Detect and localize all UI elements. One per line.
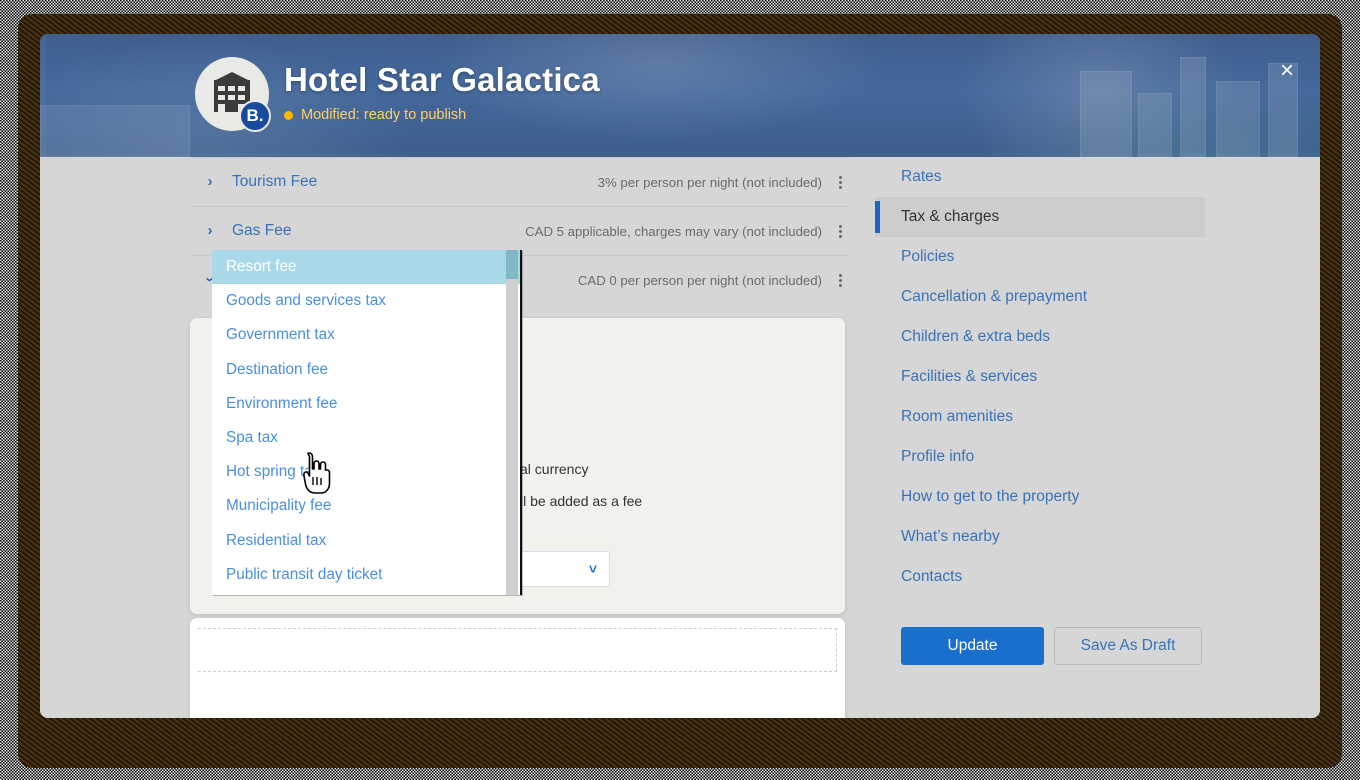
header-banner: B. Hotel Star Galactica Modified: ready … xyxy=(40,34,1320,157)
screen: B. Hotel Star Galactica Modified: ready … xyxy=(0,0,1360,780)
page-title: Hotel Star Galactica xyxy=(284,61,600,98)
sidebar-item-how-to-get[interactable]: How to get to the property xyxy=(875,477,1205,517)
sidebar-item-facilities[interactable]: Facilities & services xyxy=(875,357,1205,397)
sidebar-item-label: Policies xyxy=(901,248,955,265)
close-icon[interactable]: × xyxy=(1272,56,1302,86)
sidebar-item-room-amenities[interactable]: Room amenities xyxy=(875,397,1205,437)
chevron-down-icon: ˅ xyxy=(588,561,597,577)
sidebar-item-contacts[interactable]: Contacts xyxy=(875,557,1205,597)
status-badge: Modified: ready to publish xyxy=(284,107,466,123)
status-dot-icon xyxy=(284,110,293,120)
dropdown-scrollbar-thumb[interactable] xyxy=(506,250,518,279)
form-note-currency: al currency xyxy=(520,461,589,477)
fee-description: CAD 0 per person per night (not included… xyxy=(577,272,822,288)
table-row[interactable]: › Gas Fee CAD 5 applicable, charges may … xyxy=(190,206,850,255)
avatar: B. xyxy=(195,57,271,132)
save-as-draft-button[interactable]: Save As Draft xyxy=(1054,627,1202,665)
sidebar-item-label: Facilities & services xyxy=(901,368,1038,385)
action-buttons: Update Save As Draft xyxy=(875,627,1205,665)
property-modal: B. Hotel Star Galactica Modified: ready … xyxy=(40,34,1320,718)
sidebar-item-policies[interactable]: Policies xyxy=(875,237,1205,277)
dropdown-scrollbar-track[interactable] xyxy=(506,250,518,595)
sidebar-item-children[interactable]: Children & extra beds xyxy=(875,317,1205,357)
dropdown-option[interactable]: Hot spring tax xyxy=(212,455,520,489)
fee-description: 3% per person per night (not included) xyxy=(597,174,822,190)
fee-type-dropdown[interactable]: Resort fee Goods and services tax Govern… xyxy=(212,250,522,595)
sidebar-item-label: Profile info xyxy=(901,448,975,465)
row-menu-icon[interactable] xyxy=(834,174,846,191)
chevron-right-icon[interactable]: › xyxy=(202,173,218,190)
fee-name[interactable]: Tourism Fee xyxy=(232,173,317,191)
dropdown-option[interactable]: Public transit day ticket xyxy=(212,558,520,592)
chevron-right-icon[interactable]: › xyxy=(202,222,218,239)
dropdown-option[interactable]: Government tax xyxy=(212,318,520,352)
sidebar-item-profile-info[interactable]: Profile info xyxy=(875,437,1205,477)
fee-name[interactable]: Gas Fee xyxy=(232,222,291,240)
sidebar-item-rates[interactable]: Rates xyxy=(875,157,1205,197)
sidebar-item-label: Room amenities xyxy=(901,408,1013,425)
sidebar-item-label: What’s nearby xyxy=(901,528,1000,545)
row-menu-icon[interactable] xyxy=(834,223,846,240)
sidebar-item-label: Children & extra beds xyxy=(901,328,1051,345)
lower-panel xyxy=(190,618,845,718)
sidebar-item-tax-charges[interactable]: Tax & charges xyxy=(875,197,1205,237)
sidebar-item-label: How to get to the property xyxy=(901,488,1080,505)
form-note-fee: ll be added as a fee xyxy=(520,493,643,509)
dropdown-option[interactable]: Spa tax xyxy=(212,421,520,455)
status-text: Modified: ready to publish xyxy=(301,107,467,123)
fees-list: › Tourism Fee 3% per person per night (n… xyxy=(190,157,850,718)
dropdown-option[interactable]: Destination fee xyxy=(212,353,520,387)
update-button[interactable]: Update xyxy=(901,627,1044,665)
dashed-placeholder-row xyxy=(198,628,837,672)
row-menu-icon[interactable] xyxy=(834,272,846,289)
fee-description: CAD 5 applicable, charges may vary (not … xyxy=(525,223,822,239)
sidebar-item-label: Tax & charges xyxy=(901,208,1000,225)
dropdown-option[interactable]: Residential tax xyxy=(212,524,520,558)
table-row[interactable]: › Tourism Fee 3% per person per night (n… xyxy=(190,157,850,206)
section-nav: Rates Tax & charges Policies Cancellatio… xyxy=(875,157,1205,718)
modal-body: › Tourism Fee 3% per person per night (n… xyxy=(40,157,1320,718)
dropdown-option[interactable]: Goods and services tax xyxy=(212,284,520,318)
sidebar-item-whats-nearby[interactable]: What’s nearby xyxy=(875,517,1205,557)
sidebar-item-label: Cancellation & prepayment xyxy=(901,288,1088,305)
sidebar-item-label: Contacts xyxy=(901,568,963,585)
dropdown-option[interactable]: Resort fee xyxy=(212,250,520,285)
sidebar-item-cancellation[interactable]: Cancellation & prepayment xyxy=(875,277,1205,317)
sidebar-item-label: Rates xyxy=(901,168,942,185)
booking-badge: B. xyxy=(239,100,271,132)
dropdown-option[interactable]: Municipality fee xyxy=(212,489,520,523)
dropdown-option[interactable]: Environment fee xyxy=(212,387,520,421)
